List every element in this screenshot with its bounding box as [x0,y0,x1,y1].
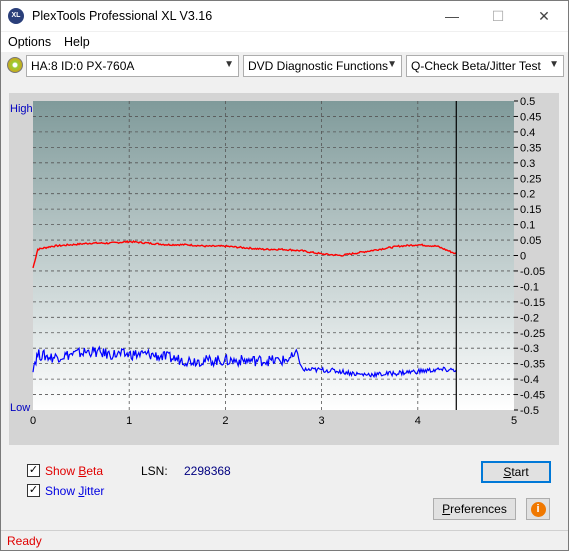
high-label: High [10,103,33,115]
show-beta-checkbox[interactable]: ✓ [27,464,40,477]
chevron-down-icon: ▼ [224,59,234,70]
y-tick-label: -0.2 [520,312,539,324]
chevron-down-icon: ▼ [549,59,559,70]
menu-options[interactable]: Options [8,35,51,49]
y-tick-label: 0.45 [520,111,541,123]
y-tick-label: 0.05 [520,235,541,247]
lsn-value: 2298368 [184,464,231,478]
chart-panel: 0 1 2 3 4 5 0.5 0.45 0.4 0.35 0.3 0.25 0.2 0.15 0.1 0.… [9,93,559,445]
y-tick-label: 0.1 [520,220,535,232]
x-tick-label: 5 [511,415,517,427]
y-tick-label: -0.5 [520,405,539,417]
show-beta-label[interactable]: Show Beta [45,464,103,478]
y-tick-label: 0.15 [520,204,541,216]
drive-select[interactable]: HA:8 ID:0 PX-760A ▼ [26,55,239,77]
function-select-value: DVD Diagnostic Functions [248,59,389,73]
low-label: Low [10,402,30,414]
info-icon: i [530,502,546,517]
x-tick-label: 2 [222,415,228,427]
y-tick-label: 0.5 [520,96,535,108]
y-tick-label: 0.4 [520,127,535,139]
y-tick-label: -0.3 [520,343,539,355]
y-tick-label: -0.25 [520,328,545,340]
chevron-down-icon: ▼ [387,59,397,70]
app-logo-icon: XL [8,8,24,24]
x-tick-label: 4 [415,415,421,427]
drive-select-value: HA:8 ID:0 PX-760A [31,59,135,73]
y-tick-label: -0.4 [520,374,539,386]
y-tick-label: -0.35 [520,359,545,371]
y-tick-label: 0.25 [520,173,541,185]
toolbar: HA:8 ID:0 PX-760A ▼ DVD Diagnostic Funct… [1,53,568,79]
test-select[interactable]: Q-Check Beta/Jitter Test ▼ [406,55,564,77]
y-tick-label: -0.15 [520,297,545,309]
maximize-button[interactable]: ☐ [475,1,521,31]
y-tick-label: 0.3 [520,158,535,170]
lsn-label: LSN: [141,464,168,478]
show-jitter-checkbox[interactable]: ✓ [27,484,40,497]
test-select-value: Q-Check Beta/Jitter Test [411,59,541,73]
x-tick-label: 1 [126,415,132,427]
close-button[interactable]: ✕ [521,1,567,31]
beta-jitter-chart: 0 1 2 3 4 5 0.5 0.45 0.4 0.35 0.3 0.25 0.2 0.15 0.1 0.… [10,96,545,427]
menu-bar: Options Help [1,32,568,52]
y-tick-label: 0.35 [520,142,541,154]
status-text: Ready [7,534,42,548]
window-title: PlexTools Professional XL V3.16 [32,9,213,23]
title-bar: XL PlexTools Professional XL V3.16 — ☐ ✕ [1,1,568,31]
y-tick-label: 0 [520,251,526,263]
y-tick-label: -0.05 [520,266,545,278]
y-tick-label: -0.1 [520,281,539,293]
menu-help[interactable]: Help [64,35,90,49]
x-tick-label: 0 [30,415,36,427]
function-select[interactable]: DVD Diagnostic Functions ▼ [243,55,402,77]
info-button[interactable]: i [526,498,550,520]
show-jitter-label[interactable]: Show Jitter [45,484,104,498]
preferences-button[interactable]: Preferences [433,498,516,520]
app-window: XL PlexTools Professional XL V3.16 — ☐ ✕… [0,0,569,551]
minimize-button[interactable]: — [429,1,475,31]
disc-drive-icon [7,57,23,73]
start-button[interactable]: Start [481,461,551,483]
y-tick-label: -0.45 [520,390,545,402]
y-tick-label: 0.2 [520,189,535,201]
x-tick-label: 3 [319,415,325,427]
status-bar: Ready [1,530,568,550]
